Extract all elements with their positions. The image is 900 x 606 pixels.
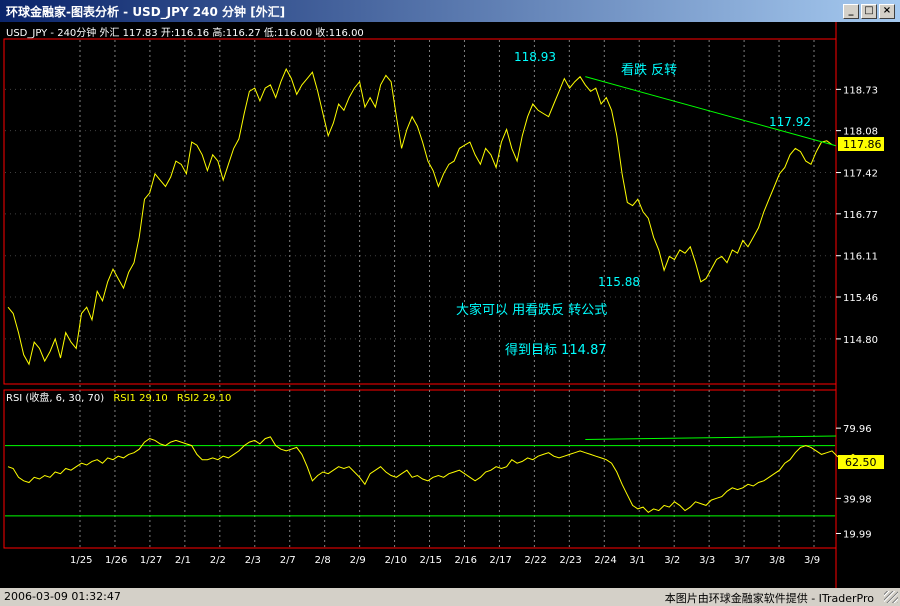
rsi-header: RSI (收盘, 6, 30, 70) RSI1 29.10 RSI2 29.1… xyxy=(6,391,231,404)
y-tick-label: 118.08 xyxy=(843,127,878,138)
x-tick-label: 2/8 xyxy=(315,555,331,566)
x-tick-label: 2/2 xyxy=(210,555,226,566)
rsi1-label: RSI1 29.10 xyxy=(113,393,167,404)
price-header: USD_JPY - 240分钟 外汇 117.83 开:116.16 高:116… xyxy=(6,26,364,39)
status-credit: 本图片由环球金融家软件提供 - ITraderPro xyxy=(664,592,874,605)
chart-area[interactable]: 1/25 1/26 1/27 2/1 2/2 2/3 2/7 2/8 2/9 2/10 2/15 2/… xyxy=(0,22,900,588)
y-tick-label: 115.46 xyxy=(843,293,878,304)
maximize-button[interactable]: □ xyxy=(861,4,877,19)
rsi-last-tag: 62.50 xyxy=(845,456,877,469)
window-title: 环球金融家-图表分析 - USD_JPY 240 分钟 [外汇] xyxy=(6,5,286,19)
x-tick-label: 2/24 xyxy=(594,555,616,566)
axis-ticks: 1/25 1/26 1/27 2/1 2/2 2/3 2/7 2/8 2/9 2/10 2/15 2/… xyxy=(70,85,878,566)
rsi-y-tick-label: 39.98 xyxy=(843,494,872,505)
x-tick-label: 2/17 xyxy=(489,555,511,566)
rsi2-label: RSI2 29.10 xyxy=(177,393,231,404)
x-tick-label: 1/25 xyxy=(70,555,92,566)
rsi-header-label: RSI (收盘, 6, 30, 70) xyxy=(6,391,104,404)
x-tick-label: 3/2 xyxy=(664,555,680,566)
price-line xyxy=(7,67,833,366)
grid xyxy=(5,40,835,548)
y-tick-label: 117.42 xyxy=(843,169,878,180)
x-tick-label: 2/7 xyxy=(280,555,296,566)
rsi-y-tick-label: 79.96 xyxy=(843,424,872,435)
x-tick-label: 2/10 xyxy=(385,555,407,566)
title-bar: 环球金融家-图表分析 - USD_JPY 240 分钟 [外汇] _ □ × xyxy=(0,0,900,22)
x-tick-label: 2/1 xyxy=(175,555,191,566)
price-panel-frame xyxy=(3,38,837,385)
x-tick-label: 3/8 xyxy=(769,555,785,566)
annotation-bearish-reversal: 看跌 反转 xyxy=(621,62,677,78)
x-tick-label: 2/9 xyxy=(350,555,366,566)
price-last-tag: 117.86 xyxy=(843,138,882,151)
x-tick-label: 3/7 xyxy=(734,555,750,566)
y-tick-label: 118.73 xyxy=(843,85,878,96)
rsi-panel-frame xyxy=(3,389,837,549)
chart-svg: 1/25 1/26 1/27 2/1 2/2 2/3 2/7 2/8 2/9 2/10 2/15 2/… xyxy=(3,22,884,588)
status-bar: 2006-03-09 01:32:47 本图片由环球金融家软件提供 - ITra… xyxy=(0,588,900,606)
y-tick-label: 114.80 xyxy=(843,335,878,346)
x-tick-label: 2/15 xyxy=(420,555,442,566)
y-tick-label: 116.11 xyxy=(843,252,878,263)
x-tick-label: 2/22 xyxy=(524,555,546,566)
annotation-target: 得到目标 114.87 xyxy=(505,342,607,358)
x-tick-label: 3/3 xyxy=(699,555,715,566)
price-series xyxy=(7,67,837,366)
y-tick-label: 116.77 xyxy=(843,210,878,221)
x-tick-label: 3/1 xyxy=(629,555,645,566)
bearish-trend-line xyxy=(585,76,837,147)
annotation-right-peak: 117.92 xyxy=(769,115,811,129)
rsi-y-tick-label: 19.99 xyxy=(843,529,872,540)
annotation-peak: 118.93 xyxy=(514,50,556,64)
rsi-trend-line xyxy=(585,435,837,440)
annotation-low: 115.88 xyxy=(598,275,640,289)
rsi-line xyxy=(7,436,864,514)
minimize-button[interactable]: _ xyxy=(843,4,859,19)
status-timestamp: 2006-03-09 01:32:47 xyxy=(4,590,121,603)
x-tick-label: 3/9 xyxy=(804,555,820,566)
x-tick-label: 1/27 xyxy=(140,555,162,566)
x-tick-label: 2/23 xyxy=(559,555,581,566)
annotation-formula: 大家可以 用看跌反 转公式 xyxy=(456,302,607,318)
resize-grip-icon[interactable] xyxy=(884,591,898,603)
x-tick-label: 2/3 xyxy=(245,555,261,566)
close-button[interactable]: × xyxy=(879,4,895,19)
x-tick-label: 1/26 xyxy=(105,555,127,566)
x-tick-label: 2/16 xyxy=(454,555,476,566)
rsi-series xyxy=(5,435,864,517)
